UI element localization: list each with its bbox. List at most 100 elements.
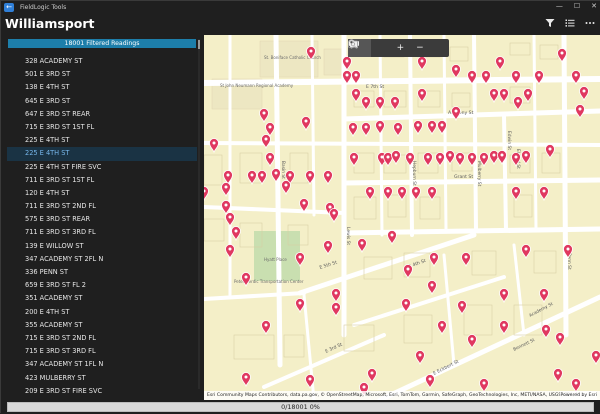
reading-list-item[interactable]: 715 E 3RD ST 3RD FL <box>7 345 197 358</box>
meter-pin-icon[interactable] <box>350 153 359 167</box>
zoom-out-button[interactable]: − <box>410 39 429 57</box>
filter-icon[interactable] <box>545 18 555 28</box>
meter-pin-icon[interactable] <box>366 187 375 201</box>
meter-pin-icon[interactable] <box>349 123 358 137</box>
meter-pin-icon[interactable] <box>512 187 521 201</box>
meter-pin-icon[interactable] <box>384 187 393 201</box>
reading-list-item[interactable]: 225 E 4TH ST <box>7 134 197 147</box>
meter-pin-icon[interactable] <box>500 321 509 335</box>
meter-pin-icon[interactable] <box>296 299 305 313</box>
reading-list-item[interactable]: 225 E 4TH ST <box>7 147 197 160</box>
meter-pin-icon[interactable] <box>204 187 209 201</box>
map-view[interactable]: E 7th St Anthony St Grant St E 5th St E … <box>204 35 600 400</box>
meter-pin-icon[interactable] <box>282 181 291 195</box>
meter-pin-icon[interactable] <box>428 187 437 201</box>
meter-pin-icon[interactable] <box>540 187 549 201</box>
meter-pin-icon[interactable] <box>462 253 471 267</box>
meter-pin-icon[interactable] <box>266 123 275 137</box>
meter-pin-icon[interactable] <box>496 57 505 71</box>
reading-list-item[interactable]: 120 E 4TH ST <box>7 187 197 200</box>
powered-by-label[interactable]: Powered by Esri <box>560 391 597 400</box>
meter-pin-icon[interactable] <box>226 213 235 226</box>
meter-pin-icon[interactable] <box>428 281 437 295</box>
meter-pin-icon[interactable] <box>352 89 361 103</box>
list-scrollbar[interactable] <box>198 39 200 389</box>
meter-pin-icon[interactable] <box>418 57 427 71</box>
scrollbar-thumb[interactable] <box>198 40 200 49</box>
meter-pin-icon[interactable] <box>540 289 549 303</box>
meter-pin-icon[interactable] <box>376 97 385 111</box>
reading-list-item[interactable]: 200 E 4TH ST <box>7 306 197 319</box>
meter-pin-icon[interactable] <box>262 321 271 335</box>
meter-pin-icon[interactable] <box>258 171 267 185</box>
reading-list-item[interactable]: 423 MULBERRY ST <box>7 372 197 385</box>
meter-pin-icon[interactable] <box>522 245 531 259</box>
meter-pin-icon[interactable] <box>376 121 385 135</box>
meter-pin-icon[interactable] <box>428 121 437 135</box>
reading-list-item[interactable]: 575 E 3RD ST REAR <box>7 213 197 226</box>
meter-pin-icon[interactable] <box>446 151 455 165</box>
list-icon[interactable] <box>565 18 575 28</box>
reading-list-item[interactable]: 139 E WILLOW ST <box>7 240 197 253</box>
meter-pin-icon[interactable] <box>260 109 269 123</box>
meter-pin-icon[interactable] <box>576 105 585 119</box>
meter-pin-icon[interactable] <box>592 351 600 365</box>
reading-list-item[interactable]: 715 E 3RD ST 1ST FL <box>7 121 197 134</box>
meter-pin-icon[interactable] <box>404 265 413 279</box>
reading-list-item[interactable]: 225 E 4TH ST FIRE SVC <box>7 161 197 174</box>
meter-pin-icon[interactable] <box>332 289 341 303</box>
meter-pin-icon[interactable] <box>524 89 533 103</box>
reading-list-item[interactable]: 209 E 3RD ST FIRE SVC <box>7 385 197 398</box>
reading-list-item[interactable]: 501 E 3RD ST <box>7 68 197 81</box>
meter-pin-icon[interactable] <box>330 209 339 223</box>
close-button[interactable]: ✕ <box>591 2 597 10</box>
location-pin-icon[interactable] <box>430 39 439 57</box>
zoom-in-button[interactable]: + <box>391 39 410 57</box>
reading-list-item[interactable]: 138 E 4TH ST <box>7 81 197 94</box>
reading-list-item[interactable]: 711 E 3RD ST 1ST FL <box>7 174 197 187</box>
meter-pin-icon[interactable] <box>266 153 275 167</box>
layers-icon[interactable] <box>371 39 390 57</box>
meter-pin-icon[interactable] <box>414 121 423 135</box>
meter-pin-icon[interactable] <box>522 151 531 165</box>
meter-pin-icon[interactable] <box>324 171 333 185</box>
reading-list-item[interactable]: 351 ACADEMY ST <box>7 292 197 305</box>
meter-pin-icon[interactable] <box>458 301 467 315</box>
reading-list-item[interactable]: 328 ACADEMY ST <box>7 55 197 68</box>
meter-pin-icon[interactable] <box>580 87 589 101</box>
reading-list-item[interactable]: 347 ACADEMY ST 2FL N <box>7 253 197 266</box>
meter-pin-icon[interactable] <box>490 150 499 164</box>
map-canvas[interactable]: E 7th St Anthony St Grant St E 5th St E … <box>204 35 600 400</box>
back-button[interactable]: ← <box>4 3 14 12</box>
meter-pin-icon[interactable] <box>391 97 400 111</box>
meter-pin-icon[interactable] <box>424 153 433 167</box>
meter-pin-icon[interactable] <box>248 171 257 185</box>
meter-pin-icon[interactable] <box>500 289 509 303</box>
meter-pin-icon[interactable] <box>490 88 499 102</box>
minimize-button[interactable]: — <box>556 2 563 10</box>
meter-pin-icon[interactable] <box>388 231 397 244</box>
maximize-button[interactable]: ☐ <box>574 2 580 10</box>
meter-pin-icon[interactable] <box>392 151 401 165</box>
meter-pin-icon[interactable] <box>542 325 551 339</box>
reading-list-item[interactable]: 347 ACADEMY ST 1FL N <box>7 358 197 371</box>
reading-list-item[interactable]: 711 E 3RD ST 2ND FL <box>7 200 197 213</box>
meter-pin-icon[interactable] <box>430 253 439 267</box>
camera-icon[interactable] <box>438 39 449 57</box>
meter-pin-icon[interactable] <box>468 335 477 349</box>
meter-pin-icon[interactable] <box>362 97 371 111</box>
meter-pin-icon[interactable] <box>302 117 311 131</box>
meter-pin-icon[interactable] <box>394 123 403 137</box>
meter-pin-icon[interactable] <box>398 187 407 201</box>
filtered-readings-header[interactable]: 18001 Filtered Readings <box>8 39 196 48</box>
reading-list-item[interactable]: 647 E 3RD ST REAR <box>7 108 197 121</box>
more-icon[interactable] <box>585 18 595 28</box>
reading-list-item[interactable]: 336 PENN ST <box>7 266 197 279</box>
meter-pin-icon[interactable] <box>436 153 445 167</box>
meter-pin-icon[interactable] <box>556 333 565 347</box>
meter-pin-icon[interactable] <box>418 89 427 103</box>
meter-pin-icon[interactable] <box>452 65 461 79</box>
meter-pin-icon[interactable] <box>514 97 523 111</box>
meter-pin-icon[interactable] <box>546 145 555 159</box>
meter-pin-icon[interactable] <box>358 239 367 253</box>
